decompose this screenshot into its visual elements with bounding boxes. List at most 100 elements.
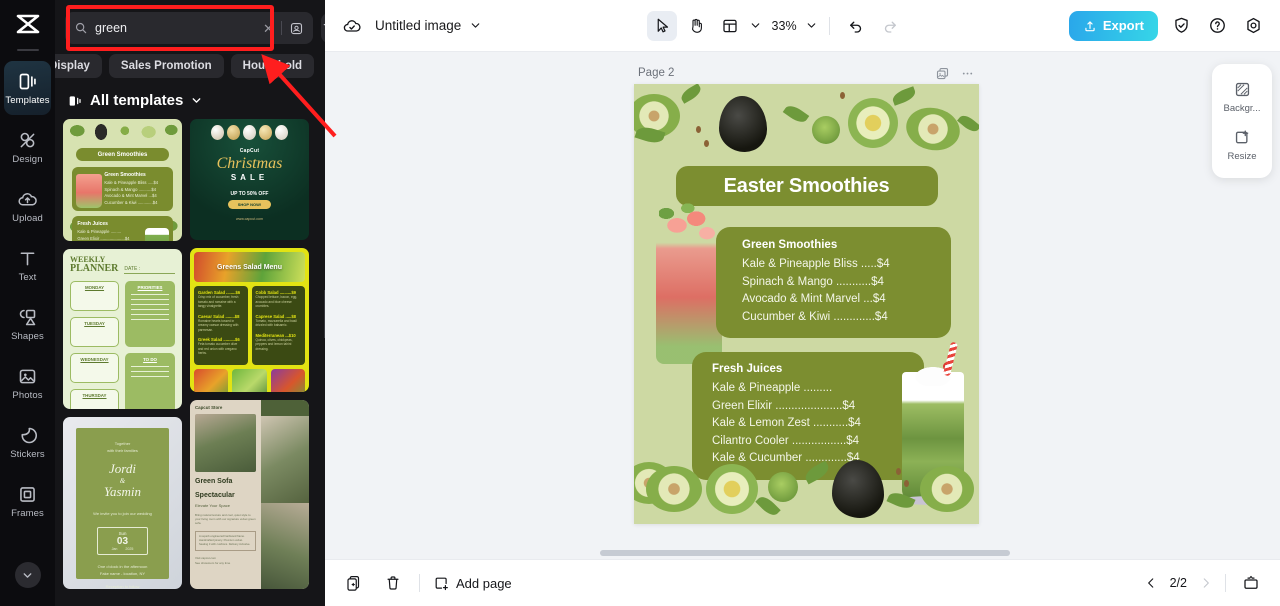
canvas-area[interactable]: Page 2 Easter Smoothies Green Smoothies …	[325, 52, 1280, 559]
add-page-button[interactable]: Add page	[433, 575, 512, 592]
sidebar-item-text[interactable]: Text	[4, 238, 51, 292]
layout-tool[interactable]	[715, 11, 745, 41]
resize-button[interactable]: Resize	[1212, 121, 1272, 169]
export-button[interactable]: Export	[1068, 10, 1158, 41]
template-card-green-smoothies[interactable]: Green Smoothies Green Smoothies Kale & P…	[63, 119, 182, 241]
chevron-down-icon[interactable]	[805, 19, 818, 32]
all-templates-dropdown[interactable]: All templates	[55, 78, 325, 119]
salad-item: Caesar Salad ........$8 Romaine hearts t…	[198, 313, 240, 332]
duplicate-page-button[interactable]	[341, 570, 367, 596]
panel-collapse-handle[interactable]	[324, 290, 325, 338]
poster-title-chip[interactable]: Easter Smoothies	[675, 166, 938, 206]
planner-lists: PRIORITIES TO DO	[125, 280, 175, 410]
sidebar-item-templates[interactable]: Templates	[4, 61, 51, 115]
chip-display[interactable]: Display	[55, 54, 102, 78]
poster-canvas[interactable]: Easter Smoothies Green Smoothies Kale & …	[634, 84, 979, 524]
sidebar-item-label: Stickers	[10, 448, 45, 460]
search-input[interactable]	[95, 21, 256, 35]
shield-check-icon[interactable]	[1168, 13, 1194, 39]
sidebar-item-shapes[interactable]: Shapes	[4, 297, 51, 351]
sidebar-item-upload[interactable]: Upload	[4, 179, 51, 233]
avocado-decoration-top	[634, 84, 979, 162]
templates-icon	[19, 73, 36, 89]
sidebar-item-label: Shapes	[11, 330, 44, 342]
salad-column-left: Garden Salad ........$6 Crisp mix of cuc…	[194, 286, 248, 365]
clear-search-icon[interactable]: ✕	[263, 22, 274, 35]
template-card-salad-menu[interactable]: Greens Salad Menu Garden Salad ........$…	[190, 248, 309, 393]
template-card-weekly-planner[interactable]: WEEKLY PLANNER DATE : MONDAY TUESDAY WED…	[63, 248, 182, 410]
leaf	[678, 84, 704, 104]
template-card-christmas-sale[interactable]: CapCut Christmas SALE UP TO 50% OFF SHOP…	[190, 119, 309, 241]
grid-view-button[interactable]	[1238, 570, 1264, 596]
avocado-yolk	[848, 98, 898, 148]
background-button[interactable]: Backgr...	[1212, 73, 1272, 121]
cloud-saved-icon[interactable]	[339, 13, 365, 39]
search-icon	[75, 22, 87, 34]
chip-household[interactable]: Household	[230, 54, 315, 78]
salad-hero-title: Greens Salad Menu	[217, 263, 282, 271]
document-title-text: Untitled image	[375, 18, 462, 33]
template-section-2: Fresh Juices Kale & Pineapple ......... …	[72, 216, 173, 241]
undo-button[interactable]	[841, 11, 871, 41]
christmas-script: Christmas	[216, 155, 283, 172]
sofa-body: Bring natural texture and cool, quiet st…	[195, 512, 256, 526]
juice-glass-illustration[interactable]	[897, 356, 969, 505]
glass-base	[897, 496, 969, 505]
grid-view-icon	[1244, 575, 1258, 589]
smoothie-glass-illustration[interactable]	[656, 202, 722, 364]
sidebar-item-label: Upload	[12, 212, 43, 224]
menu-line: Kale & Pineapple Bliss .....$4	[104, 180, 159, 185]
chevron-down-icon	[23, 572, 32, 578]
duplicate-icon[interactable]	[935, 66, 950, 81]
sofa-subtitle: Elevate Your Space	[195, 502, 230, 508]
redo-button[interactable]	[875, 11, 905, 41]
sofa-brand: Capcut Store	[195, 405, 223, 411]
image-search-icon[interactable]	[289, 21, 304, 36]
document-title[interactable]: Untitled image	[375, 18, 482, 33]
help-circle-icon[interactable]	[1204, 13, 1230, 39]
search-box[interactable]: ✕	[65, 12, 313, 44]
salad-item: Caprese Salad .....$8 Tomato, mozzarella…	[255, 313, 297, 328]
sidebar-item-stickers[interactable]: Stickers	[4, 415, 51, 469]
zoom-level[interactable]: 33%	[772, 19, 797, 33]
salad-column-right: Cobb Salad ..........$9 Chopped lettuce,…	[251, 286, 305, 365]
capcut-logo-icon[interactable]	[15, 13, 41, 40]
prev-page-button[interactable]	[1144, 576, 1158, 590]
select-tool[interactable]	[646, 10, 677, 41]
thumbnail-column-1: Green Smoothies Green Smoothies Kale & P…	[63, 119, 182, 589]
hand-tool[interactable]	[681, 11, 711, 41]
settings-icon[interactable]	[1240, 13, 1266, 39]
rail-expand-button[interactable]	[14, 562, 41, 588]
template-card-green-sofa[interactable]: Capcut Store Green Sofa Spectacular Elev…	[190, 400, 309, 589]
frames-icon	[20, 486, 35, 502]
planner-title: WEEKLY PLANNER	[70, 254, 119, 274]
menu-item: Kale & Pineapple Bliss .....$4	[742, 258, 890, 270]
next-page-button[interactable]	[1199, 576, 1213, 590]
leaf	[890, 86, 918, 106]
horizontal-scrollbar[interactable]	[600, 550, 1010, 556]
template-card-wedding-invite[interactable]: Together with their families Jordi & Yas…	[63, 417, 182, 589]
planner-date-label: DATE :	[124, 266, 175, 274]
wedding-card: Together with their families Jordi & Yas…	[76, 427, 169, 589]
toolbar-divider	[828, 16, 830, 35]
menu-item: Cilantro Cooler .................$4	[712, 434, 860, 447]
lime	[812, 116, 840, 144]
green-smoothies-card[interactable]: Green Smoothies Kale & Pineapple Bliss .…	[716, 227, 951, 339]
more-horizontal-icon[interactable]	[960, 66, 975, 81]
fresh-juices-card[interactable]: Fresh Juices Kale & Pineapple ......... …	[692, 352, 924, 480]
sidebar-item-frames[interactable]: Frames	[4, 474, 51, 528]
chevron-down-icon[interactable]	[749, 19, 762, 32]
filter-button[interactable]	[320, 13, 325, 43]
chip-sales-promotion[interactable]: Sales Promotion	[108, 54, 224, 78]
sidebar-item-design[interactable]: Design	[4, 120, 51, 174]
upload-cloud-icon	[18, 192, 37, 205]
sofa-footer: Visit capcut.com	[195, 555, 216, 560]
sidebar-item-photos[interactable]: Photos	[4, 356, 51, 410]
delete-page-button[interactable]	[380, 570, 406, 596]
menu-item: Kale & Cucumber .............$4	[712, 452, 860, 465]
menu-item: Green Elixir .....................$4	[712, 399, 856, 412]
page-container: Page 2 Easter Smoothies Green Smoothies …	[634, 62, 979, 524]
planner-day-box: MONDAY	[70, 280, 119, 311]
sofa-headline: Green Sofa	[195, 478, 233, 486]
resize-label: Resize	[1227, 151, 1257, 162]
